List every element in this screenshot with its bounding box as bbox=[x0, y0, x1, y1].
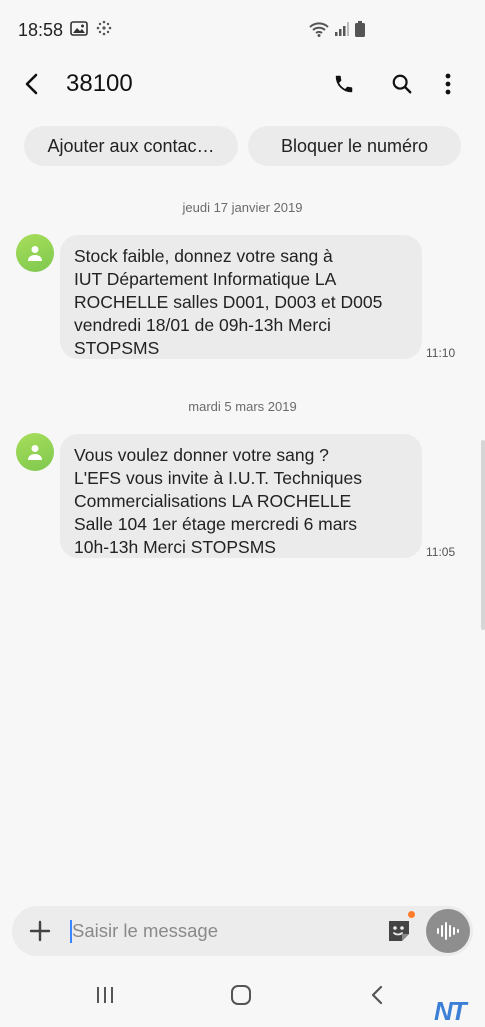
recent-apps-button[interactable] bbox=[90, 982, 120, 1008]
sticker-icon[interactable] bbox=[386, 918, 412, 944]
message-timestamp: 11:10 bbox=[426, 346, 456, 360]
message-line: L'EFS vous invite à I.U.T. Techniques bbox=[74, 468, 363, 488]
attach-button[interactable] bbox=[26, 917, 54, 945]
sender-avatar[interactable] bbox=[16, 433, 54, 471]
message-line: IUT Département Informatique LA bbox=[74, 269, 337, 289]
voice-record-button[interactable] bbox=[426, 909, 470, 953]
more-options-button[interactable] bbox=[432, 68, 464, 100]
home-button[interactable] bbox=[226, 982, 256, 1008]
signal-icon bbox=[335, 22, 349, 36]
message-line: STOPSMS bbox=[74, 338, 160, 358]
date-separator: mardi 5 mars 2019 bbox=[188, 399, 297, 414]
sender-avatar[interactable] bbox=[16, 234, 54, 272]
recents-icon bbox=[97, 987, 113, 1003]
app-notification-icon bbox=[96, 20, 112, 36]
status-bar: 18:58 bbox=[0, 0, 485, 60]
message-line: Salle 104 1er étage mercredi 6 mars bbox=[74, 514, 358, 534]
gallery-icon bbox=[70, 20, 88, 36]
message-line: Commercialisations LA ROCHELLE bbox=[74, 491, 352, 511]
app-bar: 38100 bbox=[0, 60, 485, 108]
nav-back-button[interactable] bbox=[362, 982, 392, 1008]
person-icon bbox=[28, 445, 42, 460]
message-line: Stock faible, donnez votre sang à bbox=[74, 246, 333, 266]
navigation-bar bbox=[0, 966, 485, 1024]
conversation-title: 38100 bbox=[66, 70, 133, 97]
block-number-label: Bloquer le numéro bbox=[280, 135, 429, 156]
add-to-contacts-label: Ajouter aux contac… bbox=[47, 135, 215, 156]
phone-icon bbox=[335, 75, 353, 93]
back-arrow-icon bbox=[371, 985, 383, 1005]
plus-icon bbox=[29, 920, 51, 942]
message-bubble[interactable]: Stock faible, donnez votre sang à IUT Dé… bbox=[60, 235, 422, 359]
watermark-logo: NT bbox=[434, 996, 467, 1026]
more-vertical-icon bbox=[445, 73, 451, 95]
message-composer bbox=[12, 906, 473, 956]
status-icons-left bbox=[70, 20, 112, 36]
status-icons-right bbox=[309, 21, 365, 37]
message-line: 10h-13h Merci STOPSMS bbox=[74, 537, 276, 557]
battery-icon bbox=[355, 21, 365, 37]
message-input[interactable] bbox=[70, 914, 362, 948]
wifi-icon bbox=[309, 22, 329, 37]
text-cursor bbox=[70, 920, 72, 943]
notification-dot bbox=[408, 911, 415, 918]
message-bubble[interactable]: Vous voulez donner votre sang ? L'EFS vo… bbox=[60, 434, 422, 558]
message-timestamp: 11:05 bbox=[426, 545, 456, 559]
back-button[interactable] bbox=[16, 68, 48, 100]
message-line: vendredi 18/01 de 09h-13h Merci bbox=[74, 315, 331, 335]
chevron-left-icon bbox=[25, 73, 38, 95]
call-button[interactable] bbox=[328, 68, 360, 100]
date-separator: jeudi 17 janvier 2019 bbox=[182, 200, 303, 215]
home-icon bbox=[231, 985, 251, 1005]
message-line: ROCHELLE salles D001, D003 et D005 bbox=[74, 292, 383, 312]
scrollbar[interactable] bbox=[481, 440, 485, 630]
voice-wave-icon bbox=[437, 922, 459, 940]
person-icon bbox=[28, 246, 42, 261]
message-line: Vous voulez donner votre sang ? bbox=[74, 445, 329, 465]
search-button[interactable] bbox=[386, 68, 418, 100]
add-to-contacts-button[interactable]: Ajouter aux contac… bbox=[24, 126, 238, 166]
status-time: 18:58 bbox=[18, 20, 64, 40]
block-number-button[interactable]: Bloquer le numéro bbox=[248, 126, 461, 166]
search-icon bbox=[392, 74, 412, 94]
